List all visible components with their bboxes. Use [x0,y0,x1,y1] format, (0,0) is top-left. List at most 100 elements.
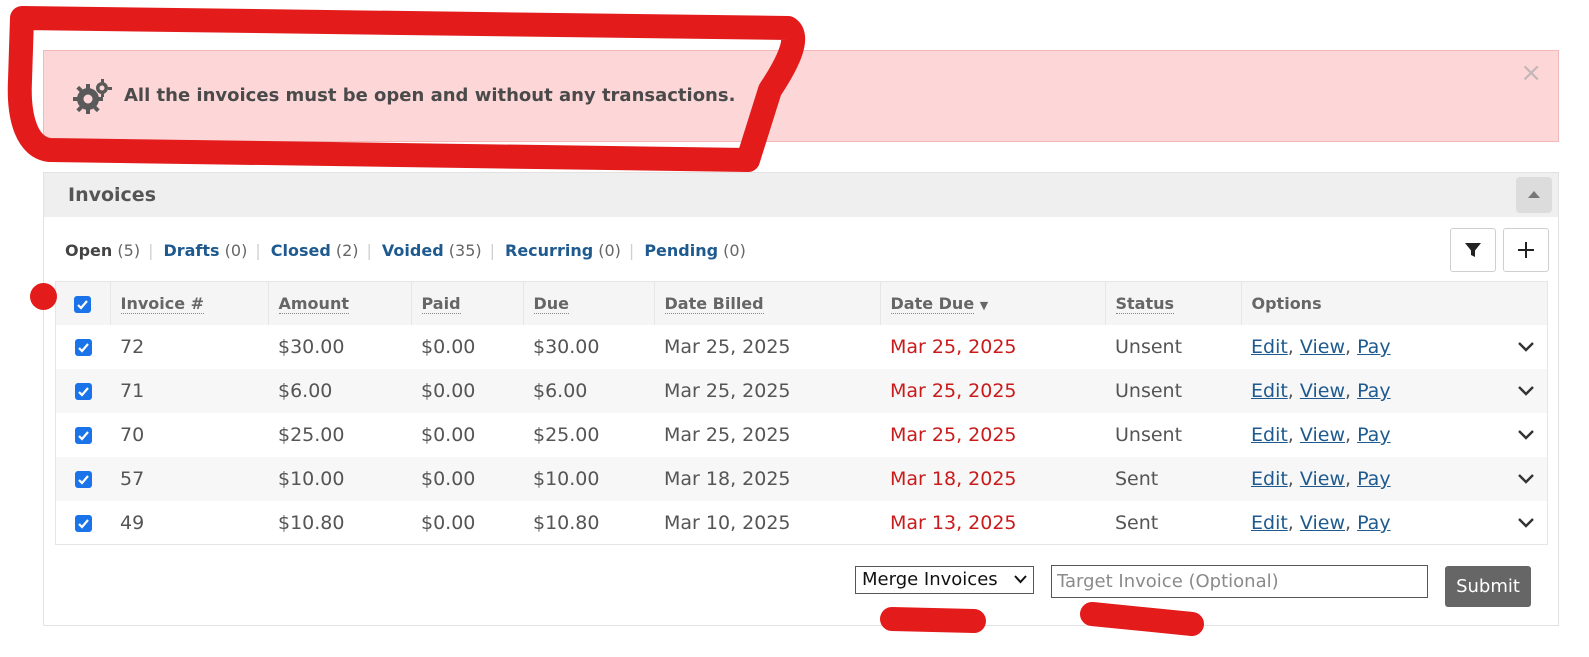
date-billed: Mar 10, 2025 [664,512,791,534]
col-options: Options [1251,294,1322,313]
row-select-cell [56,325,110,369]
check-icon [77,387,89,397]
chevron-down-icon [1014,575,1027,584]
close-icon[interactable]: × [1520,59,1542,87]
divider: | [366,241,372,260]
paid: $0.00 [421,424,476,446]
add-invoice-button[interactable] [1503,228,1549,272]
paid: $0.00 [421,336,476,358]
col-status[interactable]: Status [1105,282,1242,325]
row-checkbox[interactable] [74,383,92,400]
chevron-down-icon[interactable] [1517,385,1535,397]
alert-banner: All the invoices must be open and withou… [43,50,1559,142]
view-link[interactable]: View [1300,468,1345,490]
check-icon [77,475,89,485]
row-expand-cell [1491,501,1547,545]
filter-pending[interactable]: Pending (0) [644,241,746,260]
row-checkbox[interactable] [74,339,92,356]
col-invoice-number[interactable]: Invoice # [110,282,269,325]
row-options: Edit, View, Pay [1251,512,1391,534]
invoices-table: Invoice # Amount Paid Due Date Billed Da… [55,281,1548,545]
row-checkbox[interactable] [74,471,92,488]
plus-icon [1518,242,1534,258]
panel-header: Invoices [44,173,1558,217]
view-link[interactable]: View [1300,512,1345,534]
filter-closed[interactable]: Closed (2) [271,241,359,260]
check-icon [77,519,89,529]
paid: $0.00 [421,380,476,402]
bulk-action-select[interactable]: Merge Invoices [855,566,1034,594]
filter-drafts[interactable]: Drafts (0) [163,241,247,260]
invoices-panel: Invoices Open (5) | Drafts (0) | Closed (2) |… [43,172,1559,626]
select-all-cell [56,282,111,325]
edit-link[interactable]: Edit [1251,512,1288,534]
row-expand-cell [1491,325,1547,369]
due: $10.80 [533,512,600,534]
divider: | [255,241,261,260]
invoice-number: 71 [120,380,145,402]
row-select-cell [56,369,110,413]
pay-link[interactable]: Pay [1357,468,1391,490]
row-checkbox[interactable] [74,515,92,532]
view-link[interactable]: View [1300,424,1345,446]
col-date-due[interactable]: Date Due ▼ [880,282,1106,325]
row-checkbox[interactable] [74,427,92,444]
amount: $30.00 [278,336,345,358]
submit-button[interactable]: Submit [1445,566,1531,607]
edit-link[interactable]: Edit [1251,380,1288,402]
caret-up-icon [1528,191,1540,198]
status: Sent [1115,512,1159,534]
invoice-number: 49 [120,512,145,534]
col-due[interactable]: Due [523,282,655,325]
chevron-down-icon[interactable] [1517,429,1535,441]
edit-link[interactable]: Edit [1251,336,1288,358]
target-invoice-input[interactable] [1051,565,1428,598]
edit-link[interactable]: Edit [1251,468,1288,490]
edit-link[interactable]: Edit [1251,424,1288,446]
date-billed: Mar 25, 2025 [664,424,791,446]
amount: $25.00 [278,424,345,446]
date-billed: Mar 25, 2025 [664,380,791,402]
col-expand [1491,282,1547,325]
row-options: Edit, View, Pay [1251,424,1391,446]
check-icon [77,343,89,353]
amount: $10.80 [278,512,345,534]
view-link[interactable]: View [1300,380,1345,402]
paid: $0.00 [421,468,476,490]
filter-voided[interactable]: Voided (35) [382,241,482,260]
invoice-number: 57 [120,468,145,490]
annotation-dot [30,283,57,310]
chevron-down-icon[interactable] [1517,517,1535,529]
row-options: Edit, View, Pay [1251,336,1391,358]
date-due: Mar 13, 2025 [890,512,1017,534]
chevron-down-icon[interactable] [1517,473,1535,485]
row-expand-cell [1491,369,1547,413]
chevron-down-icon[interactable] [1517,341,1535,353]
col-amount[interactable]: Amount [268,282,412,325]
table-row: 71 $6.00 $0.00 $6.00 Mar 25, 2025 Mar 25, 202… [56,369,1547,413]
table-row: 72 $30.00 $0.00 $30.00 Mar 25, 2025 Mar 25, 2… [56,325,1547,369]
collapse-button[interactable] [1516,177,1552,213]
row-expand-cell [1491,457,1547,501]
pay-link[interactable]: Pay [1357,336,1391,358]
pay-link[interactable]: Pay [1357,512,1391,534]
paid: $0.00 [421,512,476,534]
view-link[interactable]: View [1300,336,1345,358]
filter-recurring[interactable]: Recurring (0) [505,241,621,260]
date-billed: Mar 25, 2025 [664,336,791,358]
status: Unsent [1115,336,1183,358]
date-due: Mar 25, 2025 [890,424,1017,446]
filter-open[interactable]: Open (5) [65,241,140,260]
date-due: Mar 25, 2025 [890,336,1017,358]
amount: $10.00 [278,468,345,490]
row-options: Edit, View, Pay [1251,468,1391,490]
invoice-number: 72 [120,336,145,358]
col-paid[interactable]: Paid [411,282,524,325]
pay-link[interactable]: Pay [1357,380,1391,402]
select-all-checkbox[interactable] [74,296,92,313]
divider: | [489,241,495,260]
filter-button[interactable] [1450,228,1496,272]
alert-message: All the invoices must be open and withou… [124,85,736,106]
pay-link[interactable]: Pay [1357,424,1391,446]
col-date-billed[interactable]: Date Billed [654,282,881,325]
